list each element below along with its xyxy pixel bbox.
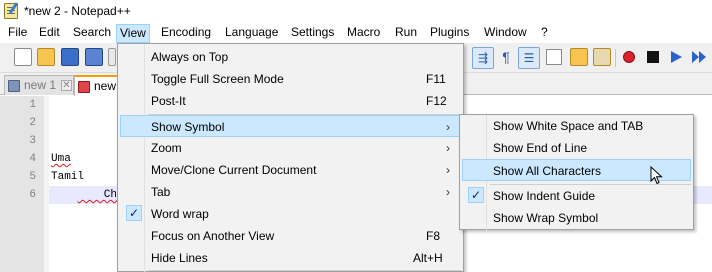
menu-item-label: Show White Space and TAB [493, 119, 644, 133]
new-file-icon[interactable] [14, 48, 32, 66]
menu-plugins[interactable]: Plugins [427, 25, 472, 42]
menu-settings[interactable]: Settings [288, 25, 337, 42]
menu-encoding[interactable]: Encoding [158, 25, 214, 42]
menu-item-label: Zoom [151, 141, 182, 155]
line-number: 4 [29, 153, 36, 165]
code-line[interactable]: Uma [51, 150, 71, 168]
code-line-indent [51, 189, 77, 201]
file-unsaved-icon [78, 81, 90, 93]
chevron-right-icon: › [446, 120, 450, 134]
menu-search[interactable]: Search [70, 25, 114, 42]
notepad-plus-plus-icon [4, 3, 18, 19]
menu-item-always-on-top[interactable]: Always on Top [120, 46, 461, 68]
function-list-icon[interactable] [570, 48, 588, 66]
file-saved-icon [8, 80, 20, 92]
menu-item-label: Show Indent Guide [493, 189, 596, 203]
tab-new-1[interactable]: new 1 ✕ [4, 75, 74, 95]
menu-item-move-clone-document[interactable]: Move/Clone Current Document › [120, 159, 461, 181]
menu-item-shortcut: F11 [426, 72, 446, 86]
close-file-icon[interactable] [108, 48, 116, 66]
chevron-right-icon: › [446, 185, 450, 199]
save-icon[interactable] [61, 48, 79, 66]
menu-separator [148, 270, 461, 271]
menu-item-show-end-of-line[interactable]: Show End of Line [462, 137, 691, 159]
toolbar-separator [615, 49, 616, 67]
title-bar: *new 2 - Notepad++ [0, 0, 712, 22]
tab-new-2[interactable]: new [74, 75, 118, 96]
menu-item-show-symbol[interactable]: Show Symbol › [120, 115, 461, 137]
menu-file[interactable]: File [5, 25, 30, 42]
save-all-icon[interactable] [85, 48, 103, 66]
menu-item-label: Post-It [151, 94, 186, 108]
menu-language[interactable]: Language [222, 25, 281, 42]
line-number-gutter: 1 2 3 4 5 6 [0, 96, 44, 272]
menu-item-show-wrap-symbol[interactable]: Show Wrap Symbol [462, 207, 691, 229]
menu-item-label: Word wrap [151, 207, 209, 221]
show-all-characters-icon[interactable]: ¶ [498, 49, 514, 65]
menu-item-label: Move/Clone Current Document [151, 163, 317, 177]
run-multiple-icon[interactable] [692, 51, 706, 63]
checkmark-icon: ✓ [126, 205, 142, 221]
mouse-pointer-icon [650, 166, 663, 185]
menu-item-label: Show End of Line [493, 141, 588, 155]
close-icon[interactable]: ✕ [61, 80, 72, 91]
line-number: 2 [29, 117, 36, 129]
menu-item-focus-another-view[interactable]: Focus on Another View F8 [120, 225, 461, 247]
menu-edit[interactable]: Edit [36, 25, 63, 42]
line-number: 5 [29, 171, 36, 183]
checkmark-icon: ✓ [468, 187, 484, 203]
line-number: 6 [29, 189, 36, 201]
tab-label: new 1 [24, 78, 57, 92]
menu-view[interactable]: View [116, 24, 150, 43]
menu-item-label: Show Wrap Symbol [493, 211, 599, 225]
indent-guide-icon[interactable]: ☰ [518, 47, 540, 69]
chevron-right-icon: › [446, 163, 450, 177]
tab-label: new [94, 79, 117, 93]
view-menu-dropdown: Always on Top Toggle Full Screen Mode F1… [117, 43, 464, 272]
menu-item-label: Hide Lines [151, 251, 208, 265]
stop-recording-icon[interactable] [647, 51, 659, 63]
line-number: 3 [29, 135, 36, 147]
menu-window[interactable]: Window [481, 25, 530, 42]
menu-item-label: Focus on Another View [151, 229, 275, 243]
line-number: 1 [29, 99, 36, 111]
menu-item-word-wrap[interactable]: ✓ Word wrap [120, 203, 461, 225]
window-title: *new 2 - Notepad++ [24, 4, 131, 18]
menu-item-shortcut: Alt+H [413, 251, 443, 265]
menu-run[interactable]: Run [392, 25, 420, 42]
menu-item-toggle-full-screen[interactable]: Toggle Full Screen Mode F11 [120, 68, 461, 90]
menu-item-tab[interactable]: Tab › [120, 181, 461, 203]
menu-item-label: Show Symbol [151, 120, 225, 134]
menu-item-post-it[interactable]: Post-It F12 [120, 90, 461, 112]
menu-item-label: Toggle Full Screen Mode [151, 72, 284, 86]
menu-item-label: Tab [151, 185, 171, 199]
folder-workspace-icon[interactable] [593, 48, 611, 66]
menu-item-label: Always on Top [151, 50, 229, 64]
menu-help[interactable]: ? [538, 25, 551, 42]
menu-item-shortcut: F12 [426, 94, 447, 108]
chevron-right-icon: › [446, 141, 450, 155]
record-macro-icon[interactable] [623, 51, 635, 63]
playback-icon[interactable] [671, 51, 682, 63]
menu-bar: File Edit Search View Encoding Language … [0, 22, 712, 43]
menu-item-show-white-space[interactable]: Show White Space and TAB [462, 115, 691, 137]
menu-item-zoom[interactable]: Zoom › [120, 137, 461, 159]
menu-item-show-indent-guide[interactable]: ✓ Show Indent Guide [462, 185, 691, 207]
open-file-icon[interactable] [37, 48, 55, 66]
menu-macro[interactable]: Macro [344, 25, 383, 42]
menu-item-shortcut: F8 [426, 229, 441, 243]
fold-margin[interactable] [44, 96, 49, 272]
menu-item-label: Show All Characters [493, 164, 602, 178]
code-line[interactable]: Tamil [51, 168, 84, 186]
menu-item-hide-lines[interactable]: Hide Lines Alt+H [120, 247, 461, 269]
document-map-icon[interactable] [546, 49, 562, 65]
wrap-icon[interactable]: ⇶ [472, 47, 494, 69]
